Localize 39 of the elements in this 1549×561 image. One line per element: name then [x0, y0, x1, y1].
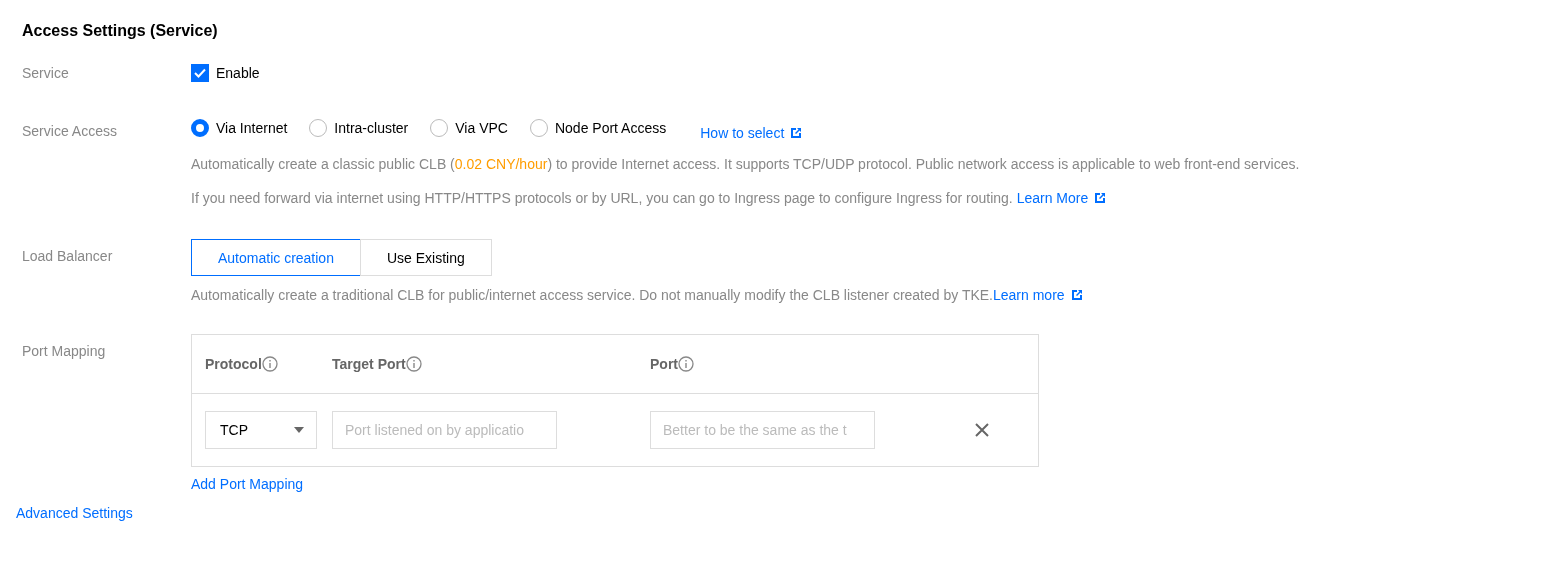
how-to-select-link[interactable]: How to select: [700, 125, 803, 141]
caret-icon: [294, 427, 304, 433]
field-label: Service: [22, 65, 69, 81]
external-link-icon: [790, 127, 803, 139]
info-icon: [678, 356, 694, 372]
column-header: Target Port: [332, 356, 406, 372]
field-label: Port Mapping: [22, 343, 106, 359]
learn-more-link[interactable]: Learn more: [993, 287, 1083, 303]
field-label: Load Balancer: [22, 248, 113, 264]
advanced-settings-link[interactable]: Advanced Settings: [16, 505, 133, 521]
segment-button[interactable]: Use Existing: [359, 239, 492, 276]
radio-button[interactable]: [430, 119, 449, 137]
segment-button[interactable]: Automatic creation: [191, 239, 361, 276]
column-header: Protocol: [205, 356, 262, 372]
radio-button[interactable]: [309, 119, 328, 137]
radio-button[interactable]: [529, 119, 548, 137]
close-icon[interactable]: [975, 423, 989, 437]
radio-label[interactable]: Node Port Access: [554, 120, 667, 136]
info-icon: [405, 356, 422, 372]
checkbox-label[interactable]: Enable: [216, 65, 260, 81]
external-link-icon: [1070, 289, 1083, 301]
radio-label[interactable]: Intra-cluster: [334, 120, 409, 136]
radio-label[interactable]: Via Internet: [216, 120, 288, 136]
learn-more-link[interactable]: Learn More: [1016, 190, 1107, 206]
section-title: Access Settings (Service): [22, 22, 218, 40]
protocol-select[interactable]: TCP: [205, 411, 317, 449]
info-icon: [261, 356, 278, 372]
field-label: Service Access: [22, 123, 117, 139]
radio-button[interactable]: [191, 119, 209, 137]
radio-label[interactable]: Via VPC: [455, 120, 508, 136]
add-port-mapping-link[interactable]: Add Port Mapping: [191, 476, 304, 492]
description-text: If you need forward via internet using HTTP/HTTPS protocols or by URL, you can go to Ingress page to configure Ingress for routing. Learn More: [191, 190, 1549, 206]
description-text: Automatically create a traditional CLB for public/internet access service. Do not manually modify the CLB listener created by TKE.Learn more: [191, 287, 1549, 303]
port-field[interactable]: Better to be the same as the t: [650, 411, 875, 449]
external-link-icon: [1094, 192, 1107, 204]
column-header: Port: [650, 356, 678, 372]
description-text: Automatically create a classic public CLB (0.02 CNY/hour) to provide Internet access. It supports TCP/UDP protocol. Public network access is applicable to web front-end services.: [191, 156, 1301, 172]
target-port-field[interactable]: Port listened on by applicatio: [332, 411, 557, 449]
checkbox[interactable]: [191, 64, 209, 82]
